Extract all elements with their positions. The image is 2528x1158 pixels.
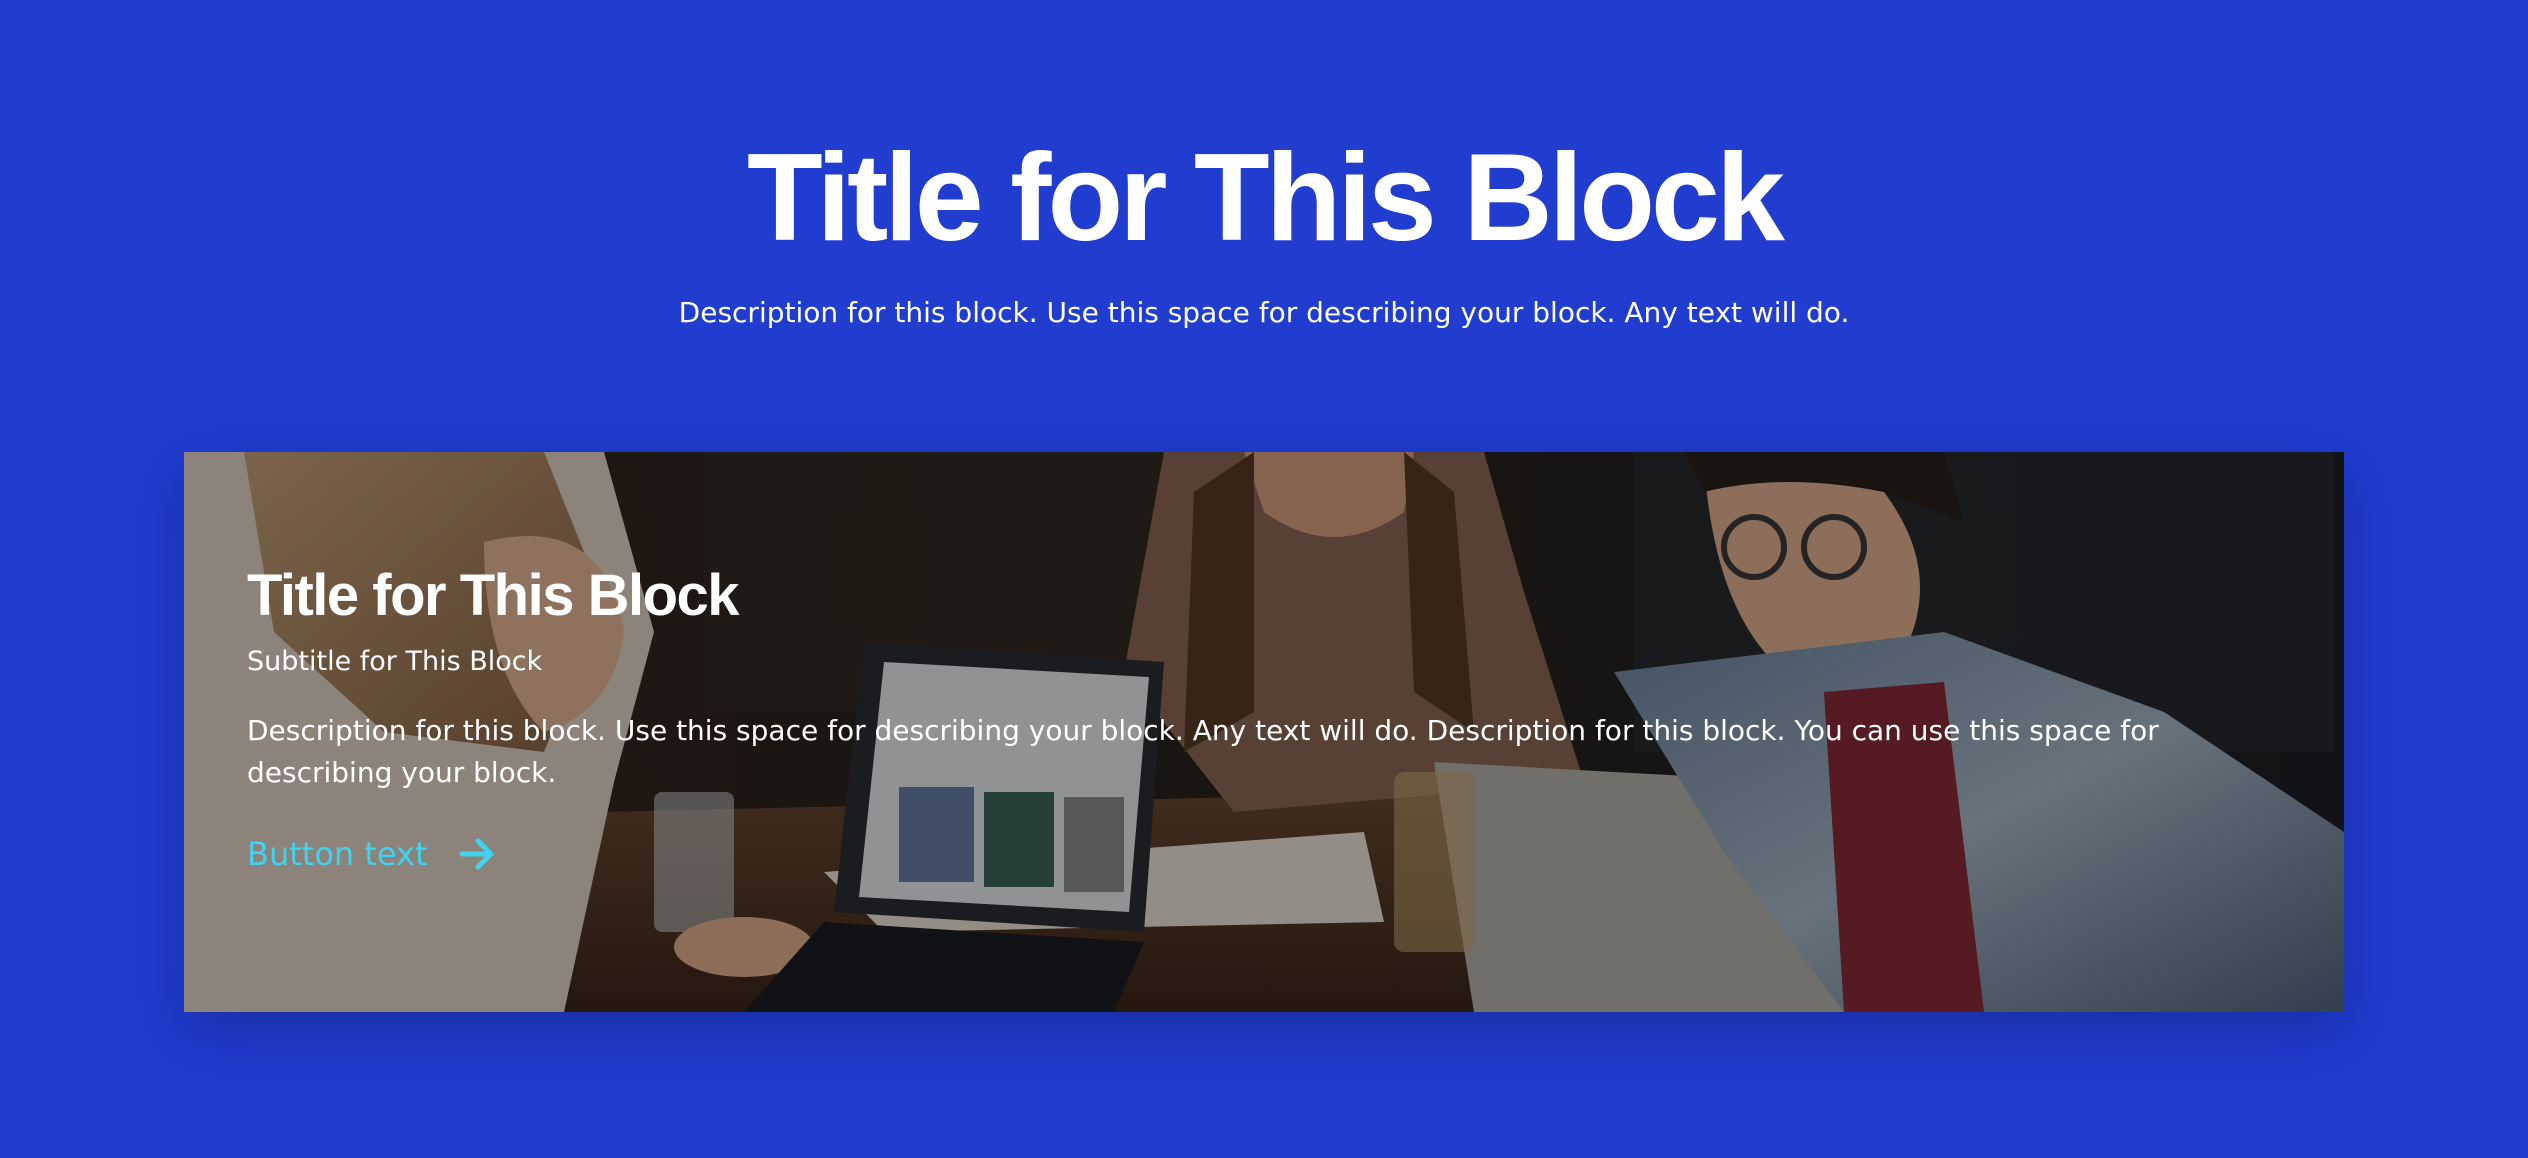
page-description: Description for this block. Use this spa… [678,296,1850,329]
hero-section: Title for This Block Description for thi… [0,0,2528,1158]
arrow-right-icon [459,838,494,870]
card-title: Title for This Block [247,563,740,628]
card-subtitle: Subtitle for This Block [247,646,543,677]
feature-card: Title for This Block Subtitle for This B… [184,452,2344,1012]
card-description: Description for this block. Use this spa… [247,714,2159,789]
page-title: Title for This Block [747,129,1785,267]
card-button-label: Button text [247,835,428,873]
card-content: Title for This Block Subtitle for This B… [247,560,2287,876]
card-button[interactable]: Button text [247,832,496,876]
